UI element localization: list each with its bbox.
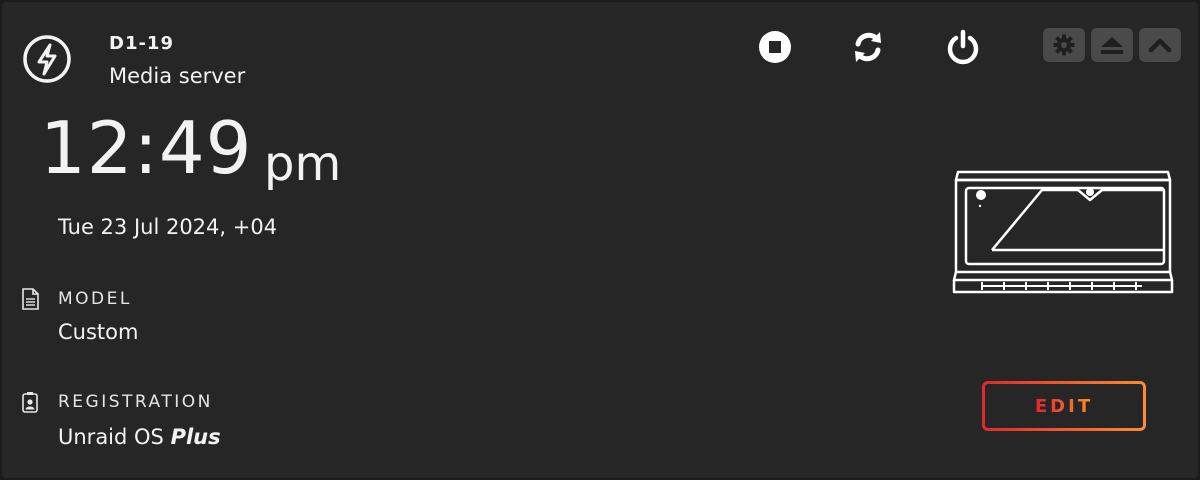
reboot-button[interactable] — [848, 27, 888, 67]
gear-icon — [1053, 34, 1075, 56]
server-case-icon — [952, 170, 1174, 294]
power-button[interactable] — [943, 27, 983, 67]
power-icon — [947, 29, 979, 65]
registration-edition: Plus — [170, 425, 221, 449]
model-label: MODEL — [58, 289, 132, 309]
registration-label: REGISTRATION — [58, 392, 213, 412]
clock-time: 12:49 — [40, 106, 253, 190]
stop-icon — [759, 31, 791, 63]
edit-button[interactable]: EDIT — [982, 381, 1146, 431]
stop-button[interactable] — [755, 27, 795, 67]
clock-ampm: pm — [264, 136, 342, 192]
collapse-button[interactable] — [1139, 28, 1181, 62]
id-badge-icon — [22, 392, 38, 413]
lightning-bolt-icon — [23, 35, 71, 83]
eject-button[interactable] — [1091, 28, 1133, 62]
settings-button[interactable] — [1043, 28, 1085, 62]
refresh-icon — [855, 32, 881, 62]
server-description: Media server — [109, 64, 246, 88]
dashboard-server-panel: D1-19 Media server 12:49 pm Tue 23 Jul 2… — [2, 2, 1198, 478]
registration-value: Unraid OS Plus — [58, 425, 221, 449]
registration-os-name: Unraid OS — [58, 425, 164, 449]
server-hostname: D1-19 — [109, 33, 174, 54]
edit-button-label: EDIT — [1034, 395, 1094, 417]
eject-icon — [1101, 37, 1123, 54]
chevron-up-icon — [1148, 38, 1172, 53]
document-icon — [22, 288, 39, 310]
model-value: Custom — [58, 320, 139, 344]
clock-date: Tue 23 Jul 2024, +04 — [58, 215, 278, 239]
